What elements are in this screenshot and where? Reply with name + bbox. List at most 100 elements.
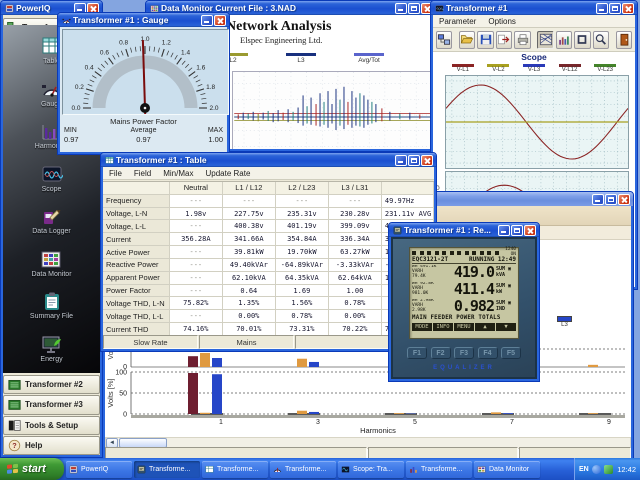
minimize-button[interactable] (395, 3, 407, 14)
scope-titlebar[interactable]: Transformer #1 (431, 1, 637, 15)
table-row[interactable]: Current356.28A341.66A354.84A336.34A34 (103, 233, 434, 246)
table-cell: 354.84A (276, 233, 329, 246)
device-key-f2[interactable]: F2 (431, 347, 451, 359)
lcd-softkey-menu[interactable]: MENU (454, 323, 474, 331)
sidebar-button-help[interactable]: ?Help (3, 436, 100, 455)
help-icon: ? (8, 439, 21, 452)
gauge-stats: MIN Average MAX 0.97 0.97 1.00 (64, 127, 223, 144)
toolbar-button-export[interactable] (496, 31, 512, 49)
toolbar-button-print[interactable] (514, 31, 530, 49)
sidebar-item-data-logger[interactable]: Data Logger (32, 205, 71, 235)
lcd-softkey-mode[interactable]: MODE (412, 323, 432, 331)
minimize-button[interactable] (201, 15, 213, 26)
lcd-unit: SUM ▣kVA (494, 267, 516, 278)
menu-item-file[interactable]: File (103, 168, 128, 179)
taskbar-button-transforme-[interactable]: Transforme... (202, 461, 268, 478)
maximize-button[interactable] (511, 225, 523, 236)
menu-item-update-rate[interactable]: Update Rate (199, 168, 256, 179)
menu-item-options[interactable]: Options (482, 16, 522, 27)
min-label: MIN (64, 127, 117, 134)
menu-item-parameter[interactable]: Parameter (433, 16, 482, 27)
toolbar-button-stop[interactable] (574, 31, 590, 49)
bar-upper-l3 (309, 362, 319, 367)
device-key-f3[interactable]: F3 (454, 347, 474, 359)
device-key-f4[interactable]: F4 (478, 347, 498, 359)
minimize-button[interactable] (592, 194, 604, 205)
dial-tick-label: 1.4 (181, 49, 190, 56)
lcd-softkey-arrow[interactable]: ▼ (496, 323, 516, 331)
table-row[interactable]: Current THD74.16%70.01%73.31%70.22%7 (103, 323, 434, 336)
close-button[interactable] (622, 3, 634, 14)
menu-item-field[interactable]: Field (128, 168, 157, 179)
minimize-button[interactable] (498, 225, 510, 236)
table-row[interactable]: Voltage THD, L-N75.82%1.35%1.56%0.78% (103, 297, 434, 310)
dial-tick-label: 1.8 (206, 84, 215, 91)
sidebar-button-transformer-3[interactable]: Transformer #3 (3, 395, 100, 414)
y-axis-label: Volts [%] (106, 378, 115, 407)
minimize-button[interactable] (395, 155, 407, 166)
maximize-button[interactable] (408, 155, 420, 166)
table-cell: 1.35% (223, 297, 276, 310)
close-button[interactable] (421, 155, 433, 166)
row-label: Reactive Power (103, 259, 170, 272)
table-row[interactable]: Power Factor---0.641.691.00 (103, 285, 434, 298)
meter-titlebar[interactable]: Transformer #1 : Re... (389, 223, 539, 237)
max-value: 1.00 (170, 135, 223, 144)
maximize-button[interactable] (408, 3, 420, 14)
lcd-softkey-info[interactable]: INFO (433, 323, 453, 331)
table-titlebar[interactable]: Transformer #1 : Table (101, 153, 436, 167)
status-tray-icon[interactable] (604, 465, 613, 474)
table-row[interactable]: Apparent Power---62.10kVA64.35kVA62.64kV… (103, 272, 434, 285)
table-row[interactable]: Active Power---39.81kW19.70kW63.27kW12 (103, 246, 434, 259)
table-cell: 49.40kVAr (223, 259, 276, 272)
bar-l3 (503, 413, 513, 414)
sidebar-item-scope[interactable]: Scope (41, 163, 63, 193)
sidebar-button-tools-setup[interactable]: Tools & Setup (3, 416, 100, 435)
minimize-button[interactable] (596, 3, 608, 14)
table-row[interactable]: Voltage THD, L-L---0.00%0.78%0.00% (103, 310, 434, 323)
close-button[interactable] (214, 15, 226, 26)
sidebar-button-transformer-2[interactable]: Transformer #2 (3, 375, 100, 394)
toolbar-button-exit[interactable] (616, 31, 632, 49)
column-header: L3 / L31 (329, 182, 382, 195)
table-row[interactable]: Voltage, L-L---400.38v401.19v399.09v40 (103, 220, 434, 233)
close-button[interactable] (618, 194, 630, 205)
device-key-f5[interactable]: F5 (501, 347, 521, 359)
lcd-softkey-arrow[interactable]: ▲ (475, 323, 495, 331)
sidebar-item-label: Scope (42, 186, 62, 193)
table-cell: 341.66A (223, 233, 276, 246)
sidebar-item-energy[interactable]: Energy (40, 333, 62, 363)
gauge-titlebar[interactable]: Transformer #1 : Gauge (58, 13, 229, 27)
volume-icon[interactable] (592, 465, 601, 474)
scope-menubar: ParameterOptions (433, 15, 635, 28)
meter-sm-icon (137, 465, 146, 474)
taskbar-button-transforme-[interactable]: Transforme... (134, 461, 200, 478)
sidebar-item-summary-file[interactable]: Summary File (30, 290, 73, 320)
start-button[interactable]: start (0, 458, 64, 480)
toolbar-button-scope-mode[interactable] (537, 31, 553, 49)
toolbar-button-open[interactable] (459, 31, 475, 49)
sidebar-item-data-monitor[interactable]: Data Monitor (31, 248, 71, 278)
maximize-button[interactable] (605, 194, 617, 205)
taskbar-button-poweriq[interactable]: PowerIQ (66, 461, 132, 478)
taskbar-button-transforme-[interactable]: Transforme... (270, 461, 336, 478)
avg-label: Average (117, 127, 170, 134)
taskbar-button-scope-tra-[interactable]: Scope: Tra... (338, 461, 404, 478)
menu-item-min-max[interactable]: Min/Max (157, 168, 199, 179)
table-row[interactable]: Voltage, L-N1.98v227.75v235.31v230.28v23… (103, 208, 434, 221)
toolbar-button-save[interactable] (477, 31, 493, 49)
table-row[interactable]: Frequency------------49.97Hz (103, 195, 434, 208)
network-waveform-chart (232, 71, 434, 149)
toolbar-button-network[interactable] (436, 31, 452, 49)
toolbar-button-harmonics-mode[interactable] (556, 31, 572, 49)
table-row[interactable]: Reactive Power---49.40kVAr-64.89kVAr-3.3… (103, 259, 434, 272)
device-key-f1[interactable]: F1 (407, 347, 427, 359)
maximize-button[interactable] (609, 3, 621, 14)
sidebar-item-label: Summary File (30, 313, 73, 320)
close-button[interactable] (524, 225, 536, 236)
taskbar-button-data-monitor[interactable]: Data Monitor (474, 461, 540, 478)
taskbar-button-transforme-[interactable]: Transforme... (406, 461, 472, 478)
language-indicator[interactable]: EN (579, 466, 589, 473)
print-icon (516, 33, 530, 46)
toolbar-button-zoom[interactable] (593, 31, 609, 49)
